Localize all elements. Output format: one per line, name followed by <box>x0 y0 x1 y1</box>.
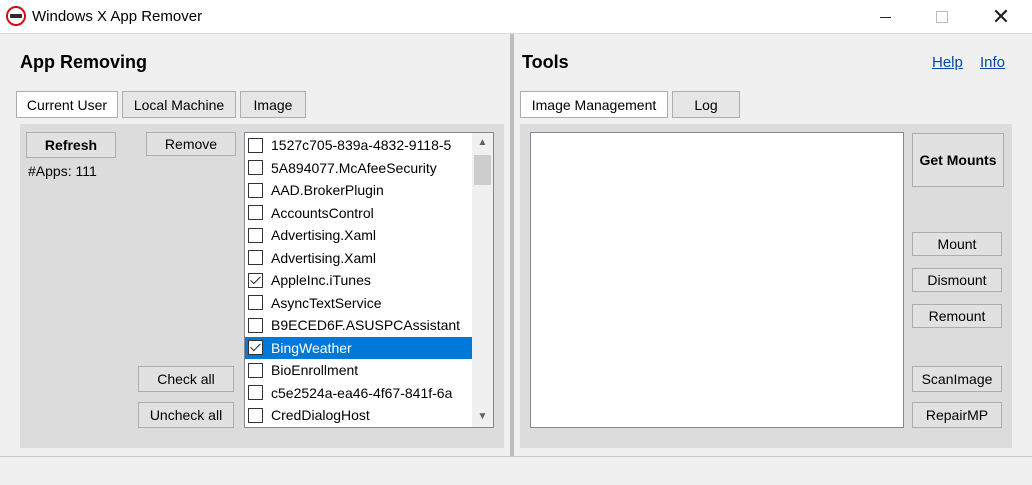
repair-mp-button[interactable]: RepairMP <box>912 402 1002 428</box>
checkbox[interactable] <box>248 205 263 220</box>
scan-image-button[interactable]: ScanImage <box>912 366 1002 392</box>
checkbox[interactable] <box>248 137 263 153</box>
checkbox[interactable] <box>248 295 263 310</box>
uncheck-all-button[interactable]: Uncheck all <box>138 402 234 428</box>
check-all-button[interactable]: Check all <box>138 366 234 392</box>
remove-button[interactable]: Remove <box>146 132 236 156</box>
no-entry-icon <box>6 6 26 26</box>
checkbox[interactable] <box>248 227 263 243</box>
list-item-selected[interactable]: BingWeather <box>245 336 472 359</box>
tab-current-user[interactable]: Current User <box>16 91 118 118</box>
get-mounts-button[interactable]: Get Mounts <box>912 133 1004 187</box>
app-removing-title: App Removing <box>20 52 148 72</box>
dismount-button[interactable]: Dismount <box>912 268 1002 292</box>
minimize-button[interactable] <box>862 0 908 34</box>
maximize-button[interactable] <box>918 0 964 34</box>
list-item[interactable]: Advertising.Xaml <box>245 224 472 246</box>
tab-log[interactable]: Log <box>672 91 740 118</box>
remount-button[interactable]: Remount <box>912 304 1002 328</box>
checkbox[interactable] <box>248 250 263 265</box>
checkbox[interactable] <box>248 317 263 333</box>
list-item[interactable]: 5A894077.McAfeeSecurity <box>245 157 472 179</box>
close-button[interactable]: ✕ <box>978 0 1024 34</box>
panel-splitter[interactable] <box>510 34 514 456</box>
checkbox[interactable] <box>248 385 263 400</box>
scroll-thumb[interactable] <box>474 155 491 185</box>
apps-count: #Apps: 111 <box>28 163 97 179</box>
list-item[interactable]: B9ECED6F.ASUSPCAssistant <box>245 314 472 336</box>
list-item[interactable]: AppleInc.iTunes <box>245 269 472 291</box>
tab-image[interactable]: Image <box>240 91 306 118</box>
tab-local-machine[interactable]: Local Machine <box>122 91 236 118</box>
checkbox[interactable] <box>248 182 263 198</box>
mount-button[interactable]: Mount <box>912 232 1002 256</box>
checkbox[interactable] <box>248 160 263 175</box>
title-bar: Windows X App Remover ✕ <box>0 0 1032 34</box>
tab-image-management[interactable]: Image Management <box>520 91 668 118</box>
list-item[interactable]: CredDialogHost <box>245 404 472 426</box>
apps-checklist[interactable]: 1527c705-839a-4832-9118-5 5A894077.McAfe… <box>244 132 494 428</box>
checkbox-checked[interactable] <box>248 272 263 288</box>
scroll-down-icon[interactable]: ▼ <box>472 407 493 427</box>
status-bar <box>0 456 1032 485</box>
window-title: Windows X App Remover <box>32 8 203 25</box>
list-item[interactable]: AAD.BrokerPlugin <box>245 179 472 201</box>
list-item[interactable]: Advertising.Xaml <box>245 247 472 269</box>
list-scrollbar[interactable]: ▲ ▼ <box>472 133 493 427</box>
scroll-up-icon[interactable]: ▲ <box>472 133 493 153</box>
checkbox-checked[interactable] <box>248 340 263 355</box>
checkbox[interactable] <box>248 362 263 378</box>
refresh-button[interactable]: Refresh <box>26 132 116 158</box>
list-item[interactable]: AsyncTextService <box>245 292 472 314</box>
list-item[interactable]: BioEnrollment <box>245 359 472 381</box>
tools-title: Tools <box>522 52 569 72</box>
list-item[interactable]: 1527c705-839a-4832-9118-5 <box>245 134 472 156</box>
info-link[interactable]: Info <box>980 54 1005 71</box>
list-item[interactable]: c5e2524a-ea46-4f67-841f-6a <box>245 382 472 404</box>
help-link[interactable]: Help <box>932 54 963 71</box>
list-item[interactable]: AccountsControl <box>245 202 472 224</box>
image-output-box[interactable] <box>530 132 904 428</box>
checkbox[interactable] <box>248 407 263 423</box>
